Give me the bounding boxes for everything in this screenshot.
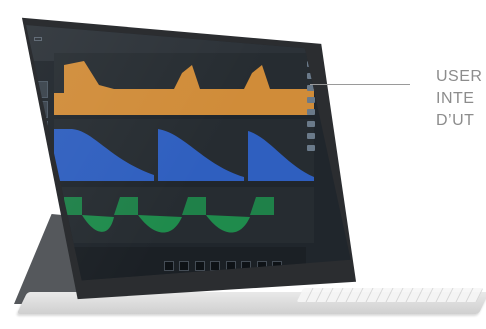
- transport-pad[interactable]: [194, 261, 205, 271]
- orange-waveform-panel[interactable]: [54, 53, 314, 115]
- sidebar-button[interactable]: [30, 161, 48, 178]
- orange-waveform-area: [54, 61, 314, 115]
- callout-text: USER INTE D’UT: [436, 66, 482, 132]
- app-title-box[interactable]: [34, 37, 42, 41]
- orange-waveform-plot: [54, 61, 314, 115]
- sidebar-button[interactable]: [30, 141, 48, 158]
- callout-line-2: INTE: [436, 90, 475, 107]
- green-waveform-undershoot: [82, 215, 114, 232]
- tablet-screen: [26, 25, 351, 281]
- green-waveform-panel[interactable]: [54, 187, 314, 243]
- sidebar-button[interactable]: [30, 181, 48, 198]
- blue-waveform-panel[interactable]: [54, 119, 314, 181]
- callout-leader-line: [310, 84, 410, 85]
- tool-icon[interactable]: [307, 97, 315, 103]
- green-waveform-undershoot: [138, 215, 182, 233]
- left-sidebar: [30, 81, 48, 231]
- sidebar-button[interactable]: [30, 201, 48, 218]
- green-waveform-pulses: [54, 197, 314, 215]
- tool-icon[interactable]: [307, 109, 315, 115]
- transport-pad[interactable]: [164, 261, 174, 271]
- transport-pad[interactable]: [179, 261, 190, 271]
- product-scene: USER INTE D’UT: [0, 0, 486, 329]
- tool-icon[interactable]: [307, 145, 315, 151]
- blue-waveform-plot: [54, 129, 314, 181]
- green-waveform-plot: [54, 197, 314, 233]
- tool-icon[interactable]: [307, 133, 315, 139]
- callout-line-3: D’UT: [436, 112, 475, 129]
- keyboard-keys: [296, 288, 484, 302]
- blue-waveform-area: [54, 129, 314, 181]
- transport-pad[interactable]: [210, 261, 221, 271]
- callout-line-1: USER: [436, 68, 483, 85]
- green-waveform-undershoot: [206, 215, 250, 233]
- tool-icon[interactable]: [307, 121, 315, 127]
